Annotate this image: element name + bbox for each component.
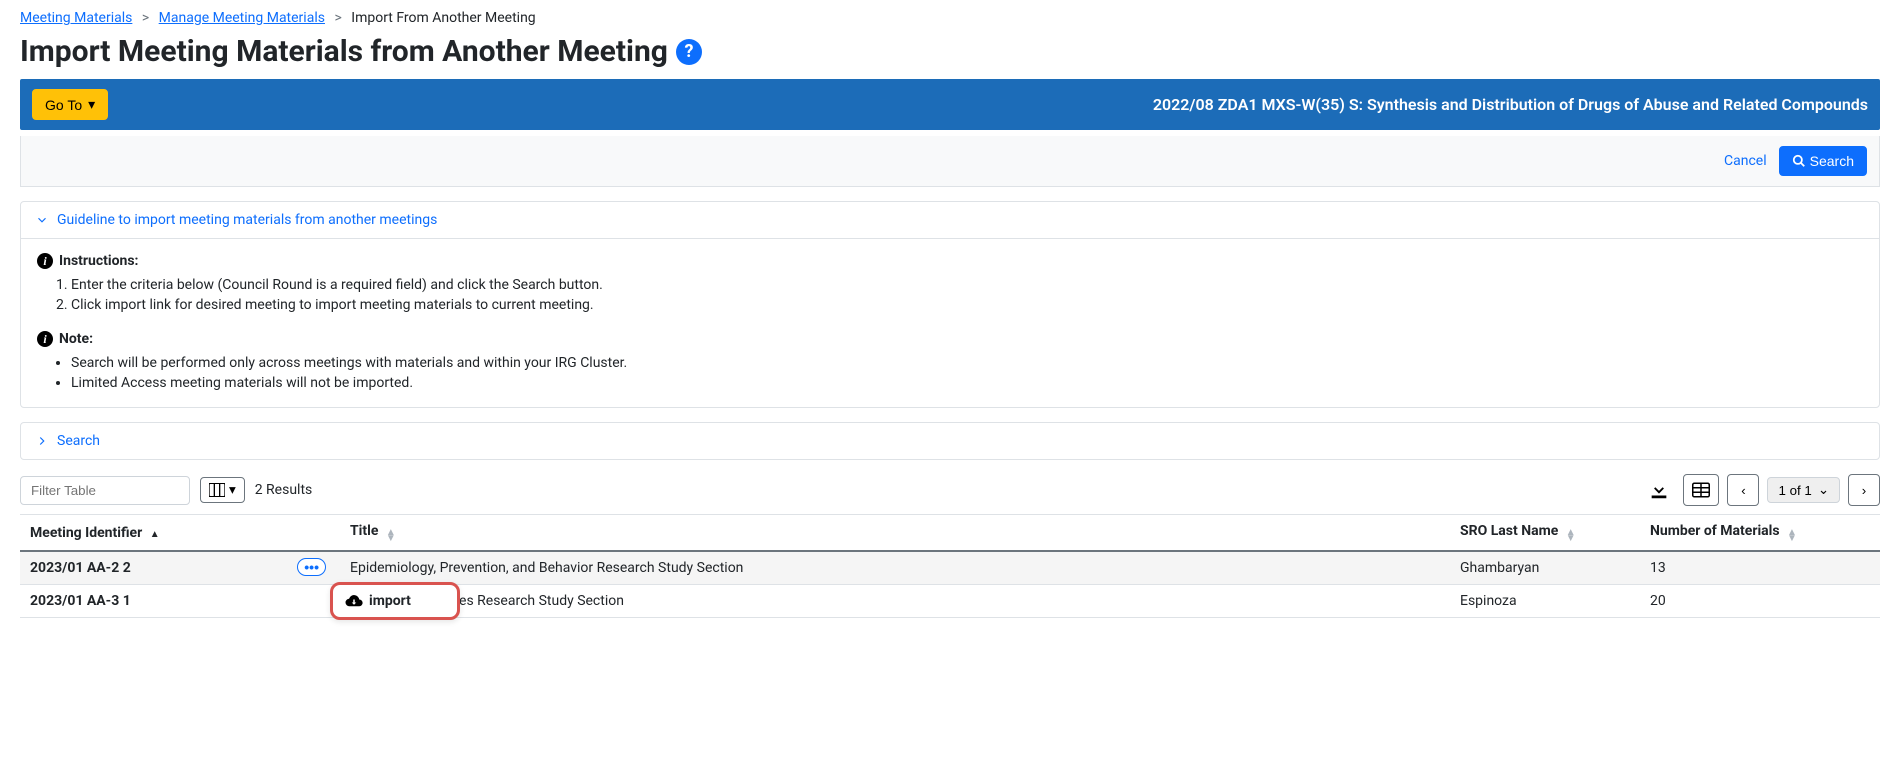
note-item: Limited Access meeting materials will no… — [71, 373, 1863, 393]
goto-label: Go To — [45, 97, 82, 113]
search-icon — [1792, 154, 1806, 168]
search-panel-header[interactable]: Search — [21, 423, 1879, 459]
prev-page-button[interactable]: ‹ — [1727, 474, 1759, 506]
next-page-button[interactable]: › — [1848, 474, 1880, 506]
meeting-title-cell: Epidemiology, Prevention, and Behavior R… — [340, 551, 1450, 585]
guideline-panel: Guideline to import meeting materials fr… — [20, 201, 1880, 408]
breadcrumb-link-manage[interactable]: Manage Meeting Materials — [159, 10, 325, 26]
grid-icon — [1692, 482, 1710, 498]
caret-down-icon: ▾ — [88, 96, 95, 113]
guideline-panel-title: Guideline to import meeting materials fr… — [57, 212, 437, 228]
note-item: Search will be performed only across mee… — [71, 353, 1863, 373]
results-table: Meeting Identifier ▲ Title ▲▼ SRO Last N… — [20, 514, 1880, 618]
breadcrumb-link-materials[interactable]: Meeting Materials — [20, 10, 132, 26]
caret-down-icon: ▾ — [229, 482, 236, 498]
instructions-heading: i Instructions: — [37, 253, 1863, 269]
guideline-panel-body: i Instructions: Enter the criteria below… — [21, 239, 1879, 407]
breadcrumb-separator: > — [142, 10, 149, 26]
note-heading: i Note: — [37, 331, 1863, 347]
columns-icon — [209, 483, 225, 497]
search-panel-title: Search — [57, 433, 100, 449]
search-button-label: Search — [1810, 153, 1854, 169]
meeting-identifier: 2023/01 AA-2 2 — [30, 560, 131, 576]
col-header-num[interactable]: Number of Materials ▲▼ — [1640, 515, 1880, 552]
chevron-right-icon: › — [1862, 483, 1866, 498]
search-panel: Search — [20, 422, 1880, 460]
instruction-item: Enter the criteria below (Council Round … — [71, 275, 1863, 295]
col-header-title[interactable]: Title ▲▼ — [340, 515, 1450, 552]
breadcrumb-separator: > — [334, 10, 341, 26]
chevron-left-icon: ‹ — [1741, 483, 1745, 498]
page-text: 1 of 1 — [1778, 483, 1811, 498]
instruction-item: Click import link for desired meeting to… — [71, 295, 1863, 315]
breadcrumb-current: Import From Another Meeting — [351, 10, 535, 26]
info-icon: i — [37, 331, 53, 347]
help-icon[interactable]: ? — [676, 39, 702, 65]
table-row: 2023/01 AA-3 1 and Health Services Resea… — [20, 585, 1880, 618]
columns-button[interactable]: ▾ — [200, 477, 245, 503]
goto-button[interactable]: Go To ▾ — [32, 89, 108, 120]
info-icon: i — [37, 253, 53, 269]
cancel-link[interactable]: Cancel — [1724, 153, 1767, 169]
search-button[interactable]: Search — [1779, 146, 1867, 176]
col-header-identifier[interactable]: Meeting Identifier ▲ — [20, 515, 340, 552]
meeting-title-cell: and Health Services Research Study Secti… — [340, 585, 1450, 618]
num-materials-cell: 13 — [1640, 551, 1880, 585]
import-popup[interactable]: import — [330, 582, 460, 620]
meeting-banner: Go To ▾ 2022/08 ZDA1 MXS-W(35) S: Synthe… — [20, 79, 1880, 130]
results-count: 2 Results — [255, 482, 313, 498]
sort-icon: ▲▼ — [386, 530, 396, 542]
ellipsis-icon: ••• — [304, 559, 319, 575]
page-selector[interactable]: 1 of 1 ⌄ — [1767, 477, 1840, 503]
grid-view-button[interactable] — [1683, 474, 1719, 506]
page-title-text: Import Meeting Materials from Another Me… — [20, 34, 668, 69]
breadcrumb: Meeting Materials > Manage Meeting Mater… — [20, 10, 1880, 26]
filter-input[interactable] — [20, 476, 190, 505]
guideline-panel-header[interactable]: Guideline to import meeting materials fr… — [21, 202, 1879, 239]
table-toolbar: ▾ 2 Results ‹ 1 of 1 ⌄ › — [20, 474, 1880, 506]
notes-list: Search will be performed only across mee… — [71, 353, 1863, 393]
meeting-title: 2022/08 ZDA1 MXS-W(35) S: Synthesis and … — [1153, 95, 1868, 114]
table-row: 2023/01 AA-2 2 ••• import Epidemiology, … — [20, 551, 1880, 585]
download-button[interactable] — [1643, 474, 1675, 506]
sort-icon: ▲▼ — [1566, 530, 1576, 542]
sro-cell: Ghambaryan — [1450, 551, 1640, 585]
sro-cell: Espinoza — [1450, 585, 1640, 618]
num-materials-cell: 20 — [1640, 585, 1880, 618]
cloud-download-icon — [345, 594, 363, 608]
sort-asc-icon: ▲ — [150, 529, 160, 540]
chevron-right-icon — [35, 434, 49, 448]
download-icon — [1648, 479, 1670, 501]
action-row: Cancel Search — [20, 136, 1880, 187]
meeting-identifier: 2023/01 AA-3 1 — [20, 585, 340, 618]
page-title: Import Meeting Materials from Another Me… — [20, 34, 1880, 69]
chevron-down-icon — [35, 213, 49, 227]
chevron-down-icon: ⌄ — [1818, 482, 1829, 498]
row-actions-button[interactable]: ••• — [297, 558, 326, 576]
import-label: import — [369, 593, 411, 609]
col-header-sro[interactable]: SRO Last Name ▲▼ — [1450, 515, 1640, 552]
sort-icon: ▲▼ — [1787, 530, 1797, 542]
instructions-list: Enter the criteria below (Council Round … — [71, 275, 1863, 315]
